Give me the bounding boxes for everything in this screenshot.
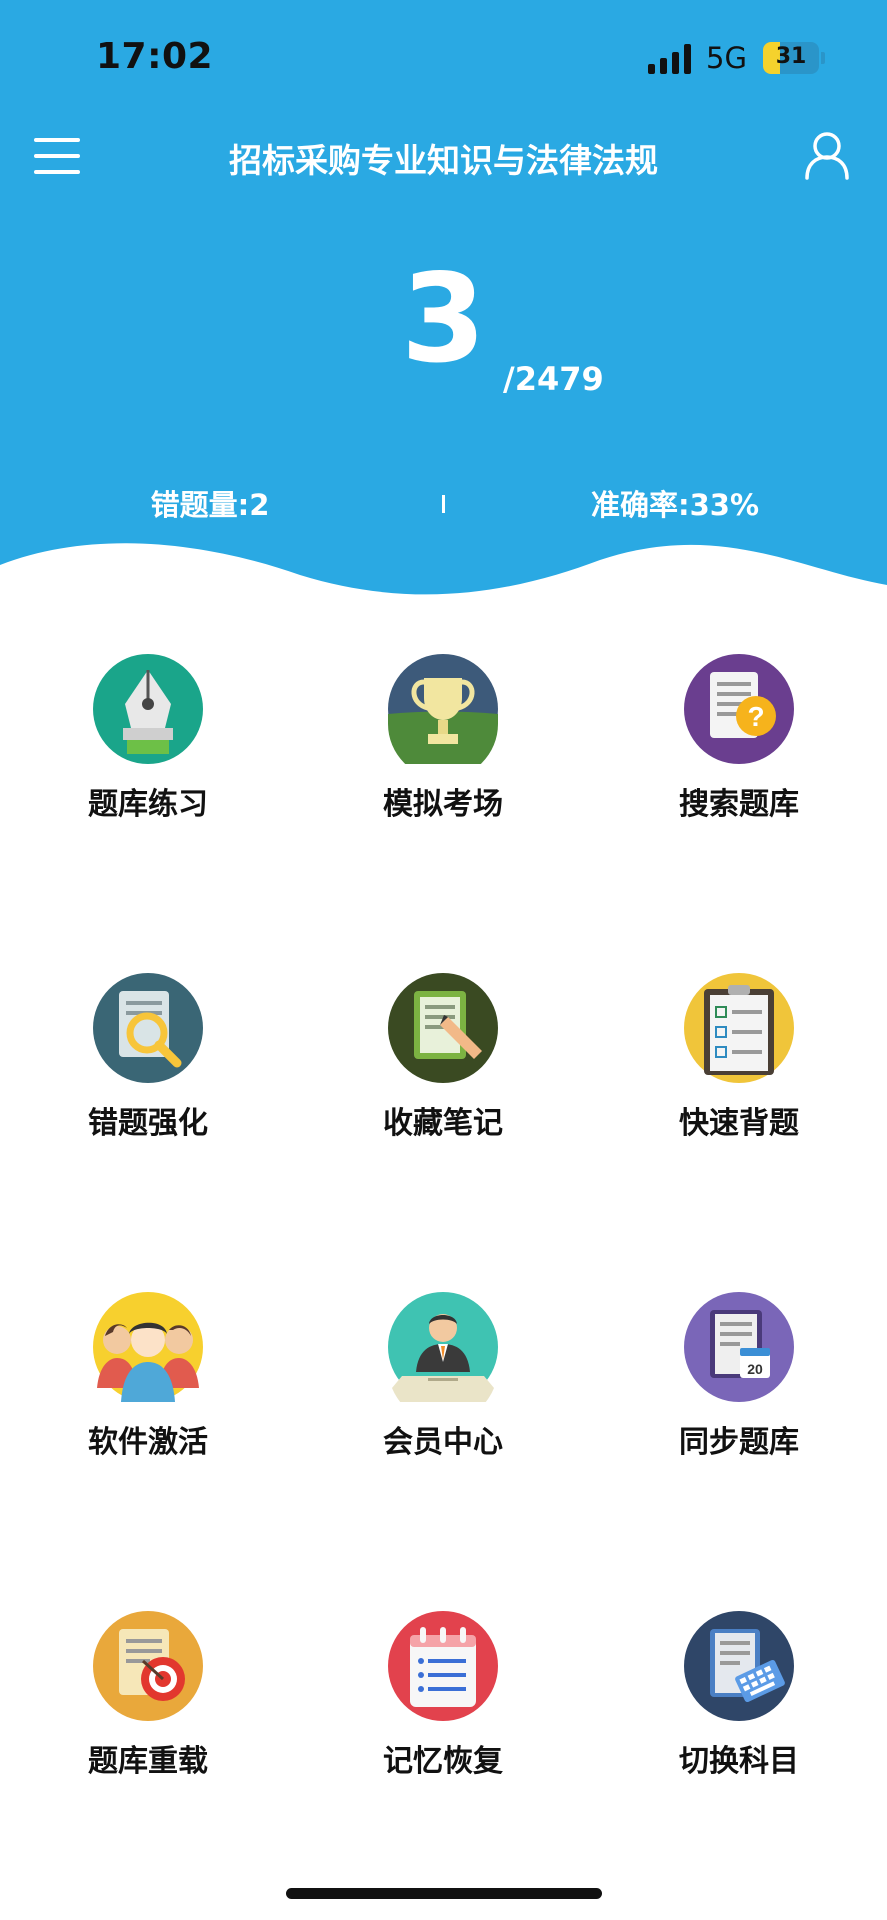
notepad-list-icon: [388, 1611, 498, 1721]
menu-item-label: 题库重载: [88, 1744, 208, 1779]
svg-text:20: 20: [747, 1361, 763, 1377]
menu-item-favorites[interactable]: 收藏笔记: [343, 973, 543, 1163]
menu-item-label: 快速背题: [679, 1106, 799, 1141]
menu-item-label: 记忆恢复: [383, 1744, 503, 1779]
status-time: 17:02: [96, 36, 214, 77]
document-pencil-icon: [388, 973, 498, 1083]
menu-item-restore[interactable]: 记忆恢复: [343, 1611, 543, 1801]
menu-item-label: 同步题库: [679, 1425, 799, 1460]
menu-item-mock-exam[interactable]: 模拟考场: [343, 654, 543, 844]
svg-text:?: ?: [747, 701, 764, 732]
menu-item-label: 搜索题库: [679, 787, 799, 822]
menu-item-label: 会员中心: [383, 1425, 503, 1460]
document-magnifier-icon: [93, 973, 203, 1083]
document-target-icon: [93, 1611, 203, 1721]
menu-item-label: 题库练习: [88, 787, 208, 822]
menu-item-membership[interactable]: 会员中心: [343, 1292, 543, 1482]
document-question-icon: ?: [684, 654, 794, 764]
menu-item-label: 模拟考场: [383, 787, 503, 822]
menu-item-sync[interactable]: 20 同步题库: [639, 1292, 839, 1482]
accuracy-rate: 准确率:33%: [590, 488, 759, 522]
battery-tip: [821, 52, 825, 64]
user-icon[interactable]: [804, 130, 850, 180]
menu-item-search[interactable]: ? 搜索题库: [639, 654, 839, 844]
people-group-icon: [93, 1292, 203, 1402]
menu-item-switch-subject[interactable]: 切换科目: [639, 1611, 839, 1801]
home-indicator[interactable]: [286, 1888, 602, 1899]
menu-item-label: 切换科目: [679, 1744, 799, 1779]
menu-item-activate[interactable]: 软件激活: [48, 1292, 248, 1482]
businessman-icon: [388, 1292, 498, 1402]
menu-item-label: 软件激活: [88, 1425, 208, 1460]
menu-item-reload[interactable]: 题库重载: [48, 1611, 248, 1801]
menu-item-label: 收藏笔记: [383, 1106, 503, 1141]
battery-icon: 31: [763, 42, 819, 74]
answered-count: 3: [401, 248, 486, 390]
wrong-count: 错题量:2: [150, 488, 270, 522]
menu-icon[interactable]: [34, 136, 82, 176]
clipboard-checklist-icon: [684, 973, 794, 1083]
network-type: 5G: [706, 41, 747, 75]
signal-icon: [648, 44, 694, 74]
document-calendar-icon: 20: [684, 1292, 794, 1402]
menu-item-mistakes[interactable]: 错题强化: [48, 973, 248, 1163]
document-keyboard-icon: [684, 1611, 794, 1721]
trophy-icon: [388, 654, 498, 764]
menu-item-quick-review[interactable]: 快速背题: [639, 973, 839, 1163]
menu-item-label: 错题强化: [88, 1106, 208, 1141]
total-count: /2479: [503, 360, 604, 398]
menu-item-practice[interactable]: 题库练习: [48, 654, 248, 844]
stat-divider: [442, 495, 445, 513]
battery-level: 31: [775, 44, 807, 69]
header: 17:02 5G 31 招标采购专业知识与法律法规 3 /2479 错题量:2 …: [0, 0, 887, 610]
pen-nib-icon: [93, 654, 203, 764]
page-title: 招标采购专业知识与法律法规: [229, 141, 658, 180]
